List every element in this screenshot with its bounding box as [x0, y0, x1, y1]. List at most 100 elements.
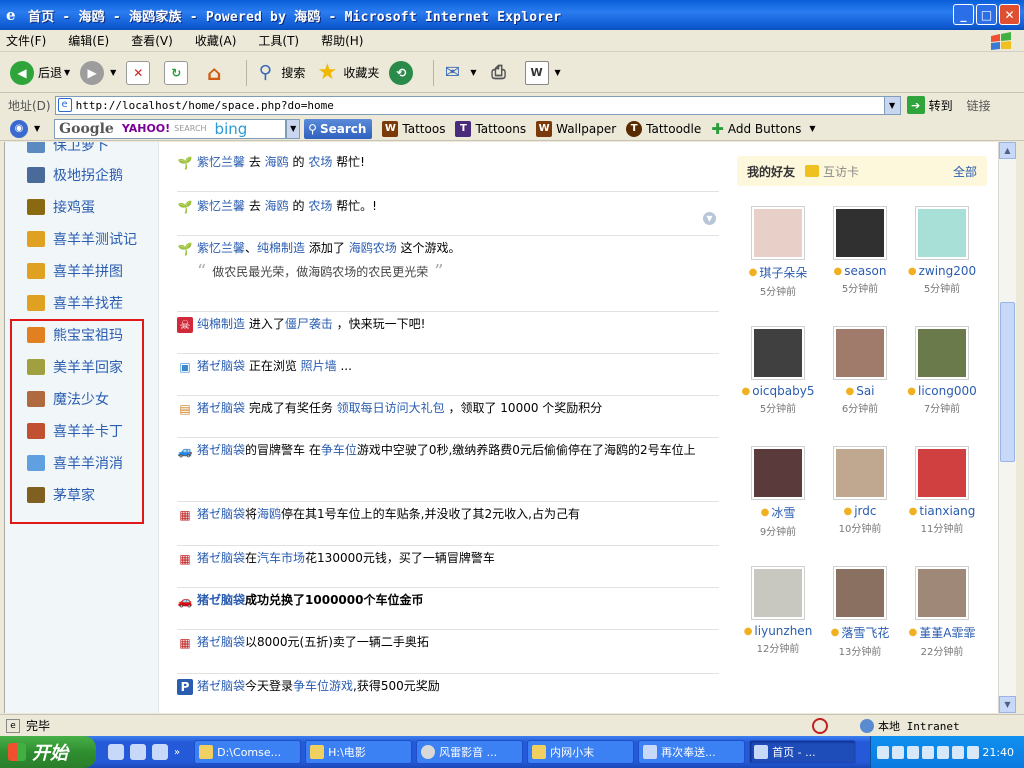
- feed-link[interactable]: 猪ゼ脑袋: [197, 551, 245, 565]
- stop-button[interactable]: ✕: [126, 60, 154, 85]
- feed-link[interactable]: 猪ゼ脑袋: [197, 593, 245, 607]
- print-button[interactable]: ⎙: [487, 61, 515, 85]
- menu-edit[interactable]: 编辑(E): [68, 32, 109, 49]
- toolbar-link-tattoodle[interactable]: T Tattoodle: [626, 120, 701, 137]
- scroll-thumb[interactable]: [1000, 302, 1015, 462]
- task-button[interactable]: H:\电影: [305, 740, 413, 764]
- tray-icon[interactable]: [877, 745, 890, 759]
- friend-card[interactable]: ● jrdc 10分钟前: [819, 446, 901, 535]
- feed-link[interactable]: 争车位游戏: [293, 679, 353, 693]
- history-button[interactable]: ⟲: [389, 60, 417, 85]
- friend-avatar[interactable]: [751, 566, 805, 620]
- feed-link[interactable]: 农场: [308, 199, 332, 213]
- feed-link[interactable]: 海鸥: [265, 199, 289, 213]
- popup-blocked-icon[interactable]: [812, 717, 828, 734]
- menu-help[interactable]: 帮助(H): [321, 32, 363, 49]
- sidebar-game-item[interactable]: 接鸡蛋: [27, 196, 95, 218]
- sidebar-game-item[interactable]: 喜羊羊找茬: [27, 292, 123, 314]
- friend-card[interactable]: ● tianxiang 11分钟前: [901, 446, 983, 535]
- task-button[interactable]: 首页 - ...: [749, 740, 857, 764]
- chevron-right-icon[interactable]: »: [174, 747, 180, 758]
- friend-card[interactable]: ● 琪子朵朵 5分钟前: [737, 206, 819, 298]
- friend-avatar[interactable]: [833, 206, 887, 260]
- go-button[interactable]: ➔ 转到: [906, 96, 953, 114]
- chevron-down-icon[interactable]: ▼: [470, 68, 476, 77]
- vertical-scrollbar[interactable]: ▲ ▼: [998, 142, 1016, 713]
- feed-link[interactable]: 猪ゼ脑袋: [197, 507, 245, 521]
- friend-avatar[interactable]: [915, 446, 969, 500]
- friend-avatar[interactable]: [915, 566, 969, 620]
- feed-link[interactable]: 海鸥农场: [349, 241, 397, 255]
- feed-link[interactable]: 猪ゼ脑袋: [197, 401, 245, 415]
- friend-name-row[interactable]: ● Sai: [819, 384, 901, 398]
- toolbar-link-tattoos[interactable]: W Tattoos: [382, 120, 445, 137]
- friend-avatar[interactable]: [833, 326, 887, 380]
- chevron-down-icon[interactable]: ▼: [555, 68, 561, 77]
- feed-link[interactable]: 猪ゼ脑袋: [197, 359, 245, 373]
- chevron-down-icon[interactable]: ▼: [809, 124, 815, 133]
- toolbar-menu-icon[interactable]: ◉: [10, 119, 28, 138]
- friend-card[interactable]: ● 落雪飞花 13分钟前: [819, 566, 901, 658]
- google-search-button[interactable]: ⚲ Search: [304, 118, 373, 139]
- sidebar-game-item[interactable]: 喜羊羊测试记: [27, 228, 137, 250]
- friend-avatar[interactable]: [915, 326, 969, 380]
- tray-icon[interactable]: [952, 745, 965, 759]
- friend-card[interactable]: ● oicqbaby5 5分钟前: [737, 326, 819, 415]
- quicklaunch-icon[interactable]: [152, 744, 168, 760]
- back-button[interactable]: ◀ 后退 ▼: [10, 60, 70, 85]
- feed-link[interactable]: 紫忆兰馨: [197, 241, 245, 255]
- friend-card[interactable]: ● season 5分钟前: [819, 206, 901, 295]
- friend-card[interactable]: ● licong000 7分钟前: [901, 326, 983, 415]
- friend-card[interactable]: ● 冰雪 9分钟前: [737, 446, 819, 538]
- all-friends-link[interactable]: 全部: [953, 163, 977, 180]
- friend-name-row[interactable]: ● jrdc: [819, 504, 901, 518]
- quicklaunch-icon[interactable]: [108, 744, 124, 760]
- refresh-button[interactable]: ↻: [164, 60, 192, 85]
- task-button[interactable]: 风雷影音 ...: [416, 740, 524, 764]
- links-button[interactable]: 链接: [967, 97, 991, 114]
- tray-icon[interactable]: [907, 745, 920, 759]
- tray-icon[interactable]: [967, 745, 980, 759]
- mail-button[interactable]: ✉ ▼: [440, 61, 477, 85]
- sidebar-game-item[interactable]: 保卫萝卜: [27, 142, 109, 156]
- menu-favorites[interactable]: 收藏(A): [195, 32, 237, 49]
- friend-avatar[interactable]: [833, 446, 887, 500]
- friend-name-row[interactable]: ● zwing200: [901, 264, 983, 278]
- friend-name-row[interactable]: ● oicqbaby5: [737, 384, 819, 398]
- task-button[interactable]: D:\Comse...: [194, 740, 302, 764]
- friend-card[interactable]: ● Sai 6分钟前: [819, 326, 901, 415]
- feed-link[interactable]: 海鸥: [257, 507, 281, 521]
- menu-view[interactable]: 查看(V): [131, 32, 173, 49]
- tray-icon[interactable]: [892, 745, 905, 759]
- google-search-input[interactable]: Google YAHOO! SEARCH bing: [54, 118, 287, 139]
- toolbar-link-wallpaper[interactable]: W Wallpaper: [536, 120, 616, 137]
- friend-avatar[interactable]: [751, 446, 805, 500]
- friend-avatar[interactable]: [751, 326, 805, 380]
- feed-link[interactable]: 农场: [308, 155, 332, 169]
- friend-card[interactable]: ● liyunzhen 12分钟前: [737, 566, 819, 655]
- scroll-up-icon[interactable]: ▲: [999, 142, 1016, 159]
- feed-link[interactable]: 猪ゼ脑袋: [197, 443, 245, 457]
- friend-avatar[interactable]: [915, 206, 969, 260]
- friend-name-row[interactable]: ● 琪子朵朵: [737, 264, 819, 281]
- tray-icon[interactable]: [922, 745, 935, 759]
- friend-card[interactable]: ● zwing200 5分钟前: [901, 206, 983, 295]
- chevron-down-icon[interactable]: ▼: [110, 68, 116, 77]
- task-button[interactable]: 再次奉送...: [638, 740, 746, 764]
- forward-button[interactable]: ▶ ▼: [80, 60, 116, 85]
- maximize-button[interactable]: □: [976, 4, 997, 25]
- start-button[interactable]: 开始: [0, 736, 96, 768]
- add-buttons-button[interactable]: ✚ Add Buttons ▼: [711, 120, 815, 138]
- feed-link[interactable]: 领取每日访问大礼包: [337, 401, 445, 415]
- task-button[interactable]: 内网小末: [527, 740, 635, 764]
- feed-link[interactable]: 纯棉制造: [197, 317, 245, 331]
- sidebar-game-item[interactable]: 极地拐企鹅: [27, 164, 123, 186]
- scroll-down-icon[interactable]: ▼: [999, 696, 1016, 713]
- friend-name-row[interactable]: ● 堇堇A霏霏: [901, 624, 983, 641]
- friend-name-row[interactable]: ● 冰雪: [737, 504, 819, 521]
- feed-link[interactable]: 纯棉制造: [257, 241, 305, 255]
- favorites-button[interactable]: ★ 收藏夹: [315, 60, 379, 85]
- feed-link[interactable]: 猪ゼ脑袋: [197, 635, 245, 649]
- feed-link[interactable]: 争车位: [321, 443, 357, 457]
- friend-name-row[interactable]: ● tianxiang: [901, 504, 983, 518]
